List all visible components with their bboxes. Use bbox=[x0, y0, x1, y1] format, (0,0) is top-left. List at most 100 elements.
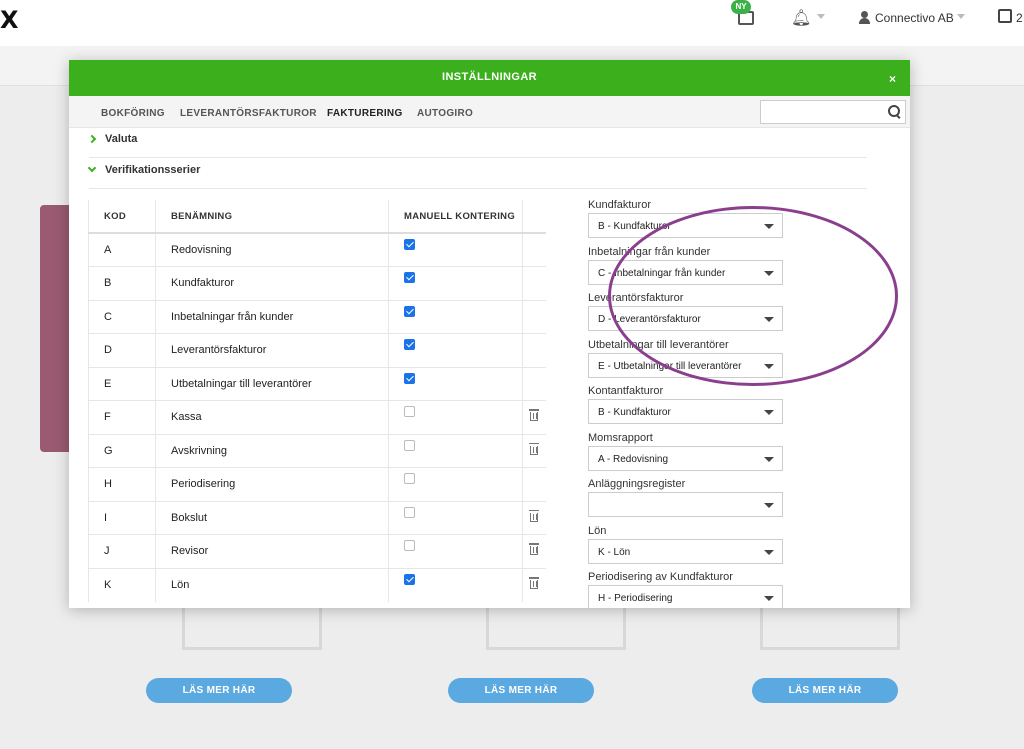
read-more-button[interactable]: LÄS MER HÄR bbox=[752, 678, 898, 703]
table-row[interactable]: D Leverantörsfakturor bbox=[88, 333, 546, 367]
verification-series-table: KOD BENÄMNING MANUELL KONTERING A Redovis… bbox=[88, 200, 546, 602]
manual-kontering-checkbox[interactable] bbox=[404, 574, 415, 585]
manual-kontering-checkbox[interactable] bbox=[404, 506, 415, 518]
select-value: B - Kundfakturor bbox=[598, 221, 671, 232]
tab-fakturering[interactable]: FAKTURERING bbox=[327, 108, 403, 119]
chevron-down-icon[interactable] bbox=[957, 14, 965, 19]
calendar-number: 2 bbox=[1016, 11, 1023, 25]
cell-manuell-kontering bbox=[388, 467, 523, 501]
close-icon[interactable]: × bbox=[889, 72, 896, 86]
series-select[interactable]: E - Utbetalningar till leverantörer bbox=[588, 353, 783, 378]
cell-actions bbox=[522, 400, 546, 434]
table-row[interactable]: F Kassa bbox=[88, 400, 546, 434]
trash-icon[interactable] bbox=[529, 543, 540, 556]
table-row[interactable]: J Revisor bbox=[88, 534, 546, 568]
tab-leverantorsfakturor[interactable]: LEVERANTÖRSFAKTUROR bbox=[180, 108, 317, 119]
table-row[interactable]: G Avskrivning bbox=[88, 433, 546, 468]
series-select[interactable]: C - Inbetalningar från kunder bbox=[588, 260, 783, 285]
series-select[interactable]: B - Kundfakturor bbox=[588, 399, 783, 424]
cell-benamning: Avskrivning bbox=[155, 433, 389, 468]
chevron-down-icon bbox=[764, 596, 774, 601]
chevron-down-icon bbox=[764, 503, 774, 508]
column-header-manuell-kontering[interactable]: MANUELL KONTERING bbox=[388, 200, 523, 234]
trash-icon[interactable] bbox=[529, 509, 540, 522]
table-row[interactable]: B Kundfakturor bbox=[88, 266, 546, 300]
series-select[interactable] bbox=[588, 492, 783, 517]
table-row[interactable]: E Utbetalningar till leverantörer bbox=[88, 366, 546, 401]
table-row[interactable]: K Lön bbox=[88, 567, 546, 602]
manual-kontering-checkbox[interactable] bbox=[404, 372, 415, 384]
bell-icon[interactable]: 🔔︎ bbox=[791, 8, 811, 28]
series-select[interactable]: D - Leverantörsfakturor bbox=[588, 306, 783, 331]
search-field bbox=[760, 100, 906, 124]
table-body: A Redovisning B Kundfakturor C Inbetalningar … bbox=[88, 232, 546, 602]
background-illustration bbox=[486, 605, 626, 650]
settings-tabs: BOKFÖRING LEVERANTÖRSFAKTUROR FAKTURERIN… bbox=[69, 96, 910, 128]
section-valuta[interactable]: Valuta bbox=[87, 133, 867, 158]
section-title: Verifikationsserier bbox=[105, 164, 201, 176]
select-value: B - Kundfakturor bbox=[598, 407, 671, 418]
search-input[interactable] bbox=[761, 101, 881, 123]
cell-manuell-kontering bbox=[388, 500, 523, 535]
table-row[interactable]: A Redovisning bbox=[88, 232, 546, 267]
table-row[interactable]: H Periodisering bbox=[88, 467, 546, 501]
select-value: E - Utbetalningar till leverantörer bbox=[598, 361, 742, 372]
cell-actions bbox=[522, 366, 546, 401]
cell-benamning: Kassa bbox=[155, 400, 389, 434]
series-select[interactable]: K - Lön bbox=[588, 539, 783, 564]
cell-benamning: Revisor bbox=[155, 534, 389, 568]
background-illustration bbox=[182, 605, 322, 650]
cell-benamning: Bokslut bbox=[155, 500, 389, 535]
field-label: Momsrapport bbox=[588, 432, 653, 444]
table-row[interactable]: C Inbetalningar från kunder bbox=[88, 299, 546, 334]
tab-autogiro[interactable]: AUTOGIRO bbox=[417, 108, 473, 119]
chevron-down-icon bbox=[764, 410, 774, 415]
manual-kontering-checkbox[interactable] bbox=[404, 272, 415, 284]
manual-kontering-checkbox[interactable] bbox=[404, 473, 415, 485]
manual-kontering-checkbox[interactable] bbox=[404, 540, 415, 552]
cell-actions bbox=[522, 567, 546, 602]
cell-actions bbox=[522, 500, 546, 535]
cell-kod: I bbox=[88, 500, 156, 535]
chevron-down-icon[interactable] bbox=[817, 14, 825, 19]
read-more-button[interactable]: LÄS MER HÄR bbox=[448, 678, 594, 703]
series-select[interactable]: B - Kundfakturor bbox=[588, 213, 783, 238]
cell-manuell-kontering bbox=[388, 232, 523, 267]
manual-kontering-checkbox[interactable] bbox=[404, 339, 415, 351]
field-label: Inbetalningar från kunder bbox=[588, 246, 711, 258]
calendar-icon[interactable] bbox=[998, 9, 1012, 23]
cell-manuell-kontering bbox=[388, 567, 523, 602]
manual-kontering-checkbox[interactable] bbox=[404, 305, 415, 317]
chevron-down-icon bbox=[764, 271, 774, 276]
cell-benamning: Redovisning bbox=[155, 232, 389, 267]
column-header-benamning[interactable]: BENÄMNING bbox=[155, 200, 389, 234]
trash-icon[interactable] bbox=[529, 409, 540, 422]
cell-actions bbox=[522, 534, 546, 568]
cell-benamning: Periodisering bbox=[155, 467, 389, 501]
field-label: Kundfakturor bbox=[588, 199, 651, 211]
read-more-button[interactable]: LÄS MER HÄR bbox=[146, 678, 292, 703]
modal-title: INSTÄLLNINGAR bbox=[441, 71, 538, 83]
cell-kod: B bbox=[88, 266, 156, 300]
cell-kod: D bbox=[88, 333, 156, 367]
app-logo[interactable]: X bbox=[0, 6, 18, 34]
select-value: K - Lön bbox=[598, 547, 631, 558]
cell-actions bbox=[522, 433, 546, 468]
tab-bokforing[interactable]: BOKFÖRING bbox=[101, 108, 165, 119]
user-menu[interactable]: Connectivo AB bbox=[875, 11, 954, 25]
cell-manuell-kontering bbox=[388, 534, 523, 568]
search-icon[interactable] bbox=[888, 105, 900, 117]
manual-kontering-checkbox[interactable] bbox=[404, 406, 415, 418]
cell-kod: J bbox=[88, 534, 156, 568]
trash-icon[interactable] bbox=[529, 442, 540, 455]
series-select[interactable]: A - Redovisning bbox=[588, 446, 783, 471]
cell-actions bbox=[522, 467, 546, 501]
column-header-kod[interactable]: KOD bbox=[88, 200, 156, 234]
section-verifikationsserier[interactable]: Verifikationsserier bbox=[87, 163, 867, 189]
field-label: Periodisering av Kundfakturor bbox=[588, 571, 733, 583]
table-row[interactable]: I Bokslut bbox=[88, 500, 546, 535]
trash-icon[interactable] bbox=[529, 577, 540, 589]
manual-kontering-checkbox[interactable] bbox=[404, 439, 415, 451]
series-select[interactable]: H - Periodisering bbox=[588, 585, 783, 608]
manual-kontering-checkbox[interactable] bbox=[404, 239, 415, 250]
